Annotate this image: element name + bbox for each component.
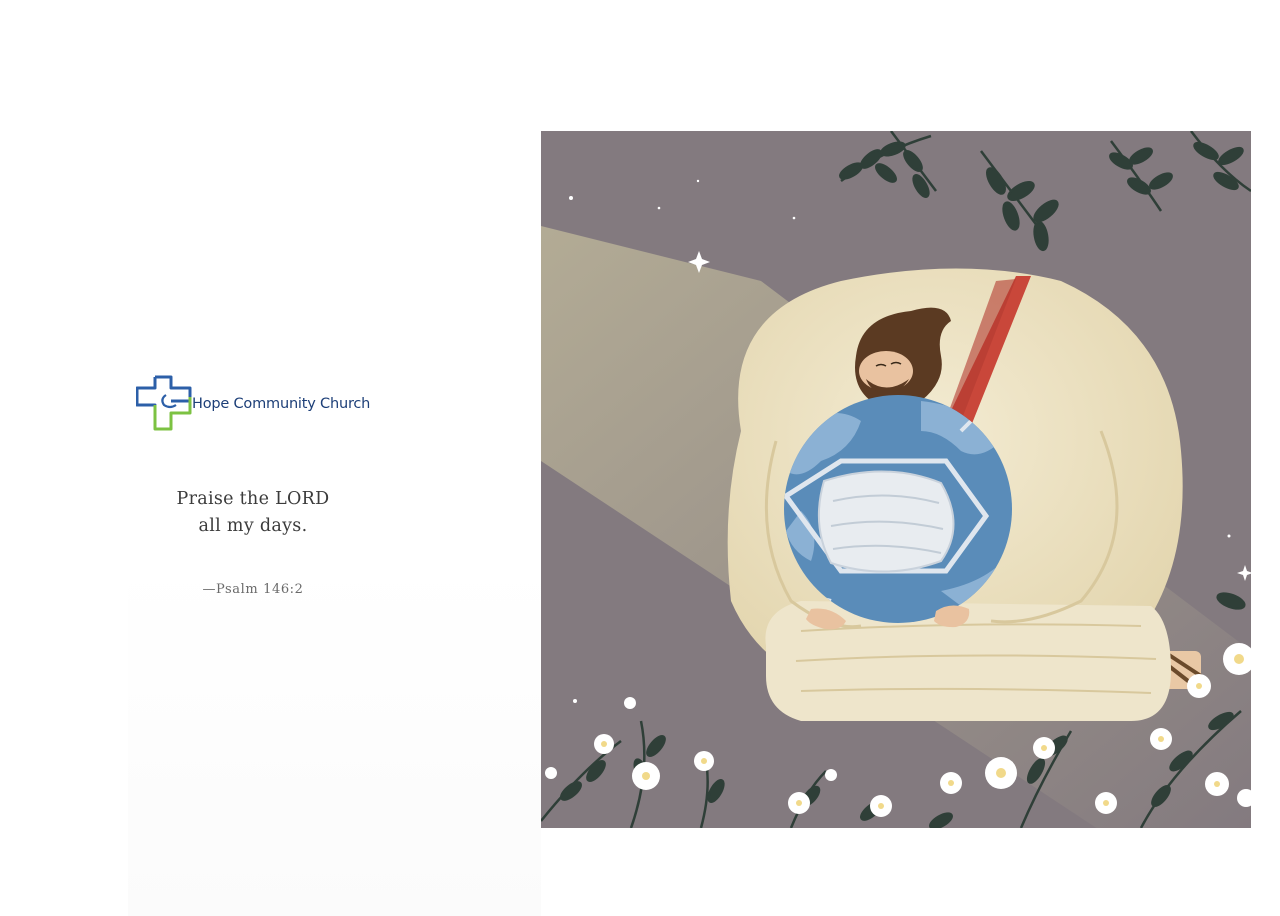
church-logo: Hope Community Church bbox=[136, 375, 376, 433]
earth-globe bbox=[784, 395, 1012, 623]
verse-citation: —Psalm 146:2 bbox=[202, 582, 304, 597]
page-shade bbox=[128, 560, 541, 916]
artwork-illustration bbox=[541, 131, 1251, 828]
cross-logo-icon bbox=[136, 375, 192, 431]
verse-line-2: all my days. bbox=[198, 516, 308, 536]
verse-line-1: Praise the LORD bbox=[176, 489, 330, 509]
church-name: Hope Community Church bbox=[192, 396, 371, 412]
illustration-figure-hugging-earth-icon bbox=[541, 131, 1251, 828]
leaves-top bbox=[839, 131, 1251, 252]
